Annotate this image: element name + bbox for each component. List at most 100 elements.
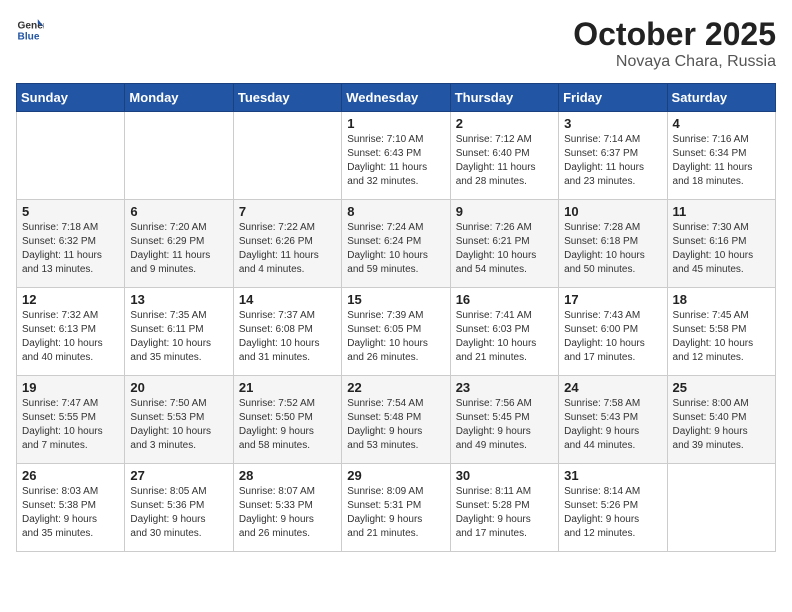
day-info: Sunrise: 7:37 AM Sunset: 6:08 PM Dayligh… [239, 309, 336, 365]
calendar-week-4: 19 Sunrise: 7:47 AM Sunset: 5:55 PM Dayli… [17, 376, 776, 464]
day-info: Sunrise: 7:35 AM Sunset: 6:11 PM Dayligh… [130, 309, 227, 365]
day-info: Sunrise: 7:45 AM Sunset: 5:58 PM Dayligh… [673, 309, 770, 365]
svg-text:Blue: Blue [18, 31, 40, 42]
logo: General Blue [16, 16, 44, 44]
day-header-wednesday: Wednesday [342, 84, 450, 112]
day-number: 2 [456, 116, 553, 131]
day-info: Sunrise: 7:20 AM Sunset: 6:29 PM Dayligh… [130, 221, 227, 277]
calendar-cell: 21 Sunrise: 7:52 AM Sunset: 5:50 PM Dayli… [233, 376, 341, 464]
calendar-cell [233, 112, 341, 200]
day-number: 16 [456, 292, 553, 307]
calendar-cell: 1Sunrise: 7:10 AM Sunset: 6:43 PM Daylig… [342, 112, 450, 200]
calendar-title: October 2025 [573, 16, 776, 53]
day-info: Sunrise: 7:30 AM Sunset: 6:16 PM Dayligh… [673, 221, 770, 277]
day-info: Sunrise: 7:26 AM Sunset: 6:21 PM Dayligh… [456, 221, 553, 277]
calendar-cell: 10 Sunrise: 7:28 AM Sunset: 6:18 PM Dayli… [559, 200, 667, 288]
day-info: Sunrise: 7:56 AM Sunset: 5:45 PM Dayligh… [456, 397, 553, 453]
calendar-cell: 8 Sunrise: 7:24 AM Sunset: 6:24 PM Daylig… [342, 200, 450, 288]
day-info: Sunrise: 7:28 AM Sunset: 6:18 PM Dayligh… [564, 221, 661, 277]
day-info: Sunrise: 7:41 AM Sunset: 6:03 PM Dayligh… [456, 309, 553, 365]
calendar-cell: 19 Sunrise: 7:47 AM Sunset: 5:55 PM Dayli… [17, 376, 125, 464]
calendar-cell: 22 Sunrise: 7:54 AM Sunset: 5:48 PM Dayli… [342, 376, 450, 464]
calendar-cell: 27Sunrise: 8:05 AM Sunset: 5:36 PM Dayli… [125, 464, 233, 552]
calendar-cell: 30Sunrise: 8:11 AM Sunset: 5:28 PM Dayli… [450, 464, 558, 552]
calendar-cell: 25 Sunrise: 8:00 AM Sunset: 5:40 PM Dayli… [667, 376, 775, 464]
title-block: October 2025 Novaya Chara, Russia [573, 16, 776, 71]
day-header-monday: Monday [125, 84, 233, 112]
day-number: 11 [673, 204, 770, 219]
logo-icon: General Blue [16, 16, 44, 44]
calendar-cell: 18 Sunrise: 7:45 AM Sunset: 5:58 PM Dayli… [667, 288, 775, 376]
calendar-week-2: 5 Sunrise: 7:18 AM Sunset: 6:32 PM Daylig… [17, 200, 776, 288]
calendar-cell: 23Sunrise: 7:56 AM Sunset: 5:45 PM Dayli… [450, 376, 558, 464]
calendar-cell: 15 Sunrise: 7:39 AM Sunset: 6:05 PM Dayli… [342, 288, 450, 376]
calendar-cell: 16 Sunrise: 7:41 AM Sunset: 6:03 PM Dayli… [450, 288, 558, 376]
calendar-cell: 17 Sunrise: 7:43 AM Sunset: 6:00 PM Dayli… [559, 288, 667, 376]
day-info: Sunrise: 7:43 AM Sunset: 6:00 PM Dayligh… [564, 309, 661, 365]
day-number: 31 [564, 468, 661, 483]
day-info: Sunrise: 7:39 AM Sunset: 6:05 PM Dayligh… [347, 309, 444, 365]
day-info: Sunrise: 7:32 AM Sunset: 6:13 PM Dayligh… [22, 309, 119, 365]
day-number: 5 [22, 204, 119, 219]
calendar-table: SundayMondayTuesdayWednesdayThursdayFrid… [16, 83, 776, 552]
day-info: Sunrise: 8:07 AM Sunset: 5:33 PM Dayligh… [239, 485, 336, 541]
calendar-cell: 26 Sunrise: 8:03 AM Sunset: 5:38 PM Dayli… [17, 464, 125, 552]
day-number: 13 [130, 292, 227, 307]
calendar-cell: 14 Sunrise: 7:37 AM Sunset: 6:08 PM Dayli… [233, 288, 341, 376]
calendar-cell [125, 112, 233, 200]
calendar-cell: 6 Sunrise: 7:20 AM Sunset: 6:29 PM Daylig… [125, 200, 233, 288]
day-number: 12 [22, 292, 119, 307]
day-info: Sunrise: 7:52 AM Sunset: 5:50 PM Dayligh… [239, 397, 336, 453]
day-number: 27 [130, 468, 227, 483]
day-info: Sunrise: 8:14 AM Sunset: 5:26 PM Dayligh… [564, 485, 661, 541]
day-number: 18 [673, 292, 770, 307]
day-info: Sunrise: 7:54 AM Sunset: 5:48 PM Dayligh… [347, 397, 444, 453]
day-info: Sunrise: 7:50 AM Sunset: 5:53 PM Dayligh… [130, 397, 227, 453]
day-number: 20 [130, 380, 227, 395]
day-number: 6 [130, 204, 227, 219]
calendar-cell: 20 Sunrise: 7:50 AM Sunset: 5:53 PM Dayli… [125, 376, 233, 464]
day-number: 25 [673, 380, 770, 395]
day-number: 7 [239, 204, 336, 219]
day-number: 15 [347, 292, 444, 307]
day-number: 26 [22, 468, 119, 483]
calendar-cell: 24Sunrise: 7:58 AM Sunset: 5:43 PM Dayli… [559, 376, 667, 464]
calendar-cell: 12 Sunrise: 7:32 AM Sunset: 6:13 PM Dayli… [17, 288, 125, 376]
day-number: 22 [347, 380, 444, 395]
day-number: 14 [239, 292, 336, 307]
calendar-cell: 28Sunrise: 8:07 AM Sunset: 5:33 PM Dayli… [233, 464, 341, 552]
day-header-sunday: Sunday [17, 84, 125, 112]
day-number: 10 [564, 204, 661, 219]
calendar-cell: 31 Sunrise: 8:14 AM Sunset: 5:26 PM Dayli… [559, 464, 667, 552]
calendar-header-row: SundayMondayTuesdayWednesdayThursdayFrid… [17, 84, 776, 112]
day-number: 1 [347, 116, 444, 131]
day-number: 17 [564, 292, 661, 307]
calendar-cell: 4 Sunrise: 7:16 AM Sunset: 6:34 PM Daylig… [667, 112, 775, 200]
day-info: Sunrise: 8:03 AM Sunset: 5:38 PM Dayligh… [22, 485, 119, 541]
calendar-cell: 5 Sunrise: 7:18 AM Sunset: 6:32 PM Daylig… [17, 200, 125, 288]
day-info: Sunrise: 7:22 AM Sunset: 6:26 PM Dayligh… [239, 221, 336, 277]
day-info: Sunrise: 7:14 AM Sunset: 6:37 PM Dayligh… [564, 133, 661, 189]
day-number: 29 [347, 468, 444, 483]
day-number: 19 [22, 380, 119, 395]
day-info: Sunrise: 7:18 AM Sunset: 6:32 PM Dayligh… [22, 221, 119, 277]
calendar-location: Novaya Chara, Russia [573, 53, 776, 71]
calendar-cell: 7 Sunrise: 7:22 AM Sunset: 6:26 PM Daylig… [233, 200, 341, 288]
day-header-saturday: Saturday [667, 84, 775, 112]
calendar-cell: 13 Sunrise: 7:35 AM Sunset: 6:11 PM Dayli… [125, 288, 233, 376]
calendar-cell: 9Sunrise: 7:26 AM Sunset: 6:21 PM Daylig… [450, 200, 558, 288]
day-number: 21 [239, 380, 336, 395]
day-number: 8 [347, 204, 444, 219]
calendar-cell: 11 Sunrise: 7:30 AM Sunset: 6:16 PM Dayli… [667, 200, 775, 288]
page-header: General Blue October 2025 Novaya Chara, … [16, 16, 776, 71]
day-info: Sunrise: 7:24 AM Sunset: 6:24 PM Dayligh… [347, 221, 444, 277]
day-info: Sunrise: 7:16 AM Sunset: 6:34 PM Dayligh… [673, 133, 770, 189]
calendar-cell: 3Sunrise: 7:14 AM Sunset: 6:37 PM Daylig… [559, 112, 667, 200]
day-number: 30 [456, 468, 553, 483]
day-header-friday: Friday [559, 84, 667, 112]
day-info: Sunrise: 8:00 AM Sunset: 5:40 PM Dayligh… [673, 397, 770, 453]
day-info: Sunrise: 7:47 AM Sunset: 5:55 PM Dayligh… [22, 397, 119, 453]
day-number: 4 [673, 116, 770, 131]
day-info: Sunrise: 7:58 AM Sunset: 5:43 PM Dayligh… [564, 397, 661, 453]
calendar-cell: 29Sunrise: 8:09 AM Sunset: 5:31 PM Dayli… [342, 464, 450, 552]
